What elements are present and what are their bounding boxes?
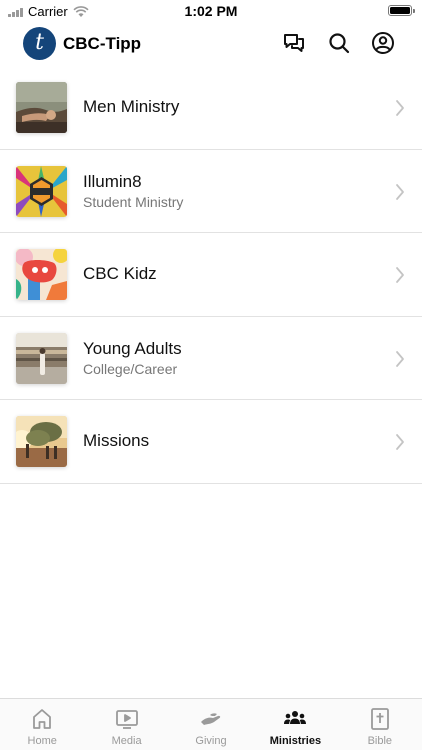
tab-label: Ministries [269,735,322,747]
tab-label: Bible [367,735,393,747]
list-item-illumin8[interactable]: Illumin8 Student Ministry [0,150,422,233]
row-text: Young Adults College/Career [83,317,182,400]
status-time: 1:02 PM [184,3,238,19]
list-item-missions[interactable]: Missions [0,400,422,484]
app-header: t CBC-Tipp [0,22,422,66]
tab-bible[interactable]: Bible [338,699,422,750]
row-text: CBC Kidz [83,233,157,316]
tab-bar: Home Media Giving Ministries Bible [0,698,422,750]
home-icon [33,709,52,729]
row-text: Missions [83,400,149,483]
status-bar: Carrier 1:02 PM [0,0,422,22]
list-item-men-ministry[interactable]: Men Ministry [0,66,422,150]
cbc-kidz-thumbnail [16,249,67,300]
tab-media[interactable]: Media [84,699,168,750]
media-icon [115,710,138,729]
profile-icon[interactable] [371,31,395,55]
chat-icon[interactable] [282,31,306,55]
ministry-title: Illumin8 [83,171,142,191]
list-item-young-adults[interactable]: Young Adults College/Career [0,317,422,400]
men-ministry-thumbnail [16,82,67,133]
app-logo[interactable]: t [23,27,56,60]
search-icon[interactable] [327,31,351,55]
chevron-right-icon [396,267,404,283]
illumin8-thumbnail [16,165,67,217]
app-title: CBC-Tipp [63,34,142,53]
tab-home[interactable]: Home [0,699,84,750]
chevron-right-icon [396,350,404,367]
ministry-title: Young Adults [83,338,182,358]
chevron-right-icon [396,434,404,450]
ministry-title: Men Ministry [83,97,180,117]
tab-label: Home [27,735,57,747]
tab-giving[interactable]: Giving [169,699,253,750]
missions-thumbnail [16,416,67,467]
bible-icon [370,708,389,730]
row-text: Men Ministry [83,66,179,149]
tab-ministries[interactable]: Ministries [253,699,337,750]
tab-label: Media [111,735,142,747]
list-item-cbc-kidz[interactable]: CBC Kidz [0,233,422,317]
battery-icon [388,5,415,16]
ministry-subtitle: College/Career [83,360,178,377]
young-adults-thumbnail [16,332,67,384]
ministry-title: CBC Kidz [83,264,157,284]
ministries-list: Men Ministry Illumin8 Student Ministry C… [0,66,422,484]
ministry-title: Missions [83,431,150,451]
giving-icon [201,713,221,725]
chevron-right-icon [396,100,404,116]
ministries-icon [284,711,307,724]
tab-label: Giving [195,735,227,747]
chevron-right-icon [396,183,404,200]
ministry-subtitle: Student Ministry [83,193,184,210]
row-text: Illumin8 Student Ministry [83,150,183,233]
